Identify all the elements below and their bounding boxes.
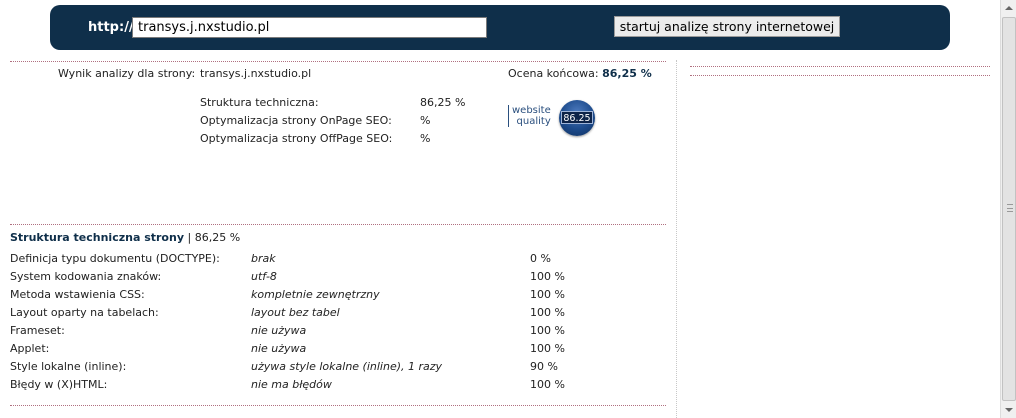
row-value: brak — [251, 252, 276, 265]
row-label: Frameset: — [10, 324, 65, 337]
section-title: Struktura techniczna strony | 86,25 % — [10, 231, 240, 244]
row-label: Applet: — [10, 342, 50, 355]
row-value: utf-8 — [251, 270, 277, 283]
start-analysis-button[interactable]: startuj analizę strony internetowej — [614, 16, 840, 37]
grip-icon — [1007, 204, 1013, 212]
row-value: używa style lokalne (inline), 1 razy — [251, 360, 443, 373]
row-score: 100 % — [530, 288, 565, 301]
row-score: 100 % — [530, 270, 565, 283]
website-quality-line1: website — [512, 105, 551, 116]
scroll-down-button[interactable] — [1001, 402, 1016, 418]
row-label: System kodowania znaków: — [10, 270, 162, 283]
metric-value: 86,25 % — [420, 96, 466, 109]
metric-label: Optymalizacja strony OnPage SEO: — [200, 114, 392, 127]
table-row: Metoda wstawienia CSS: kompletnie zewnęt… — [0, 288, 670, 306]
vertical-scrollbar[interactable] — [1000, 0, 1016, 418]
row-value: nie używa — [251, 324, 307, 337]
row-score: 90 % — [530, 360, 558, 373]
row-score: 100 % — [530, 378, 565, 391]
row-label: Style lokalne (inline): — [10, 360, 127, 373]
divider — [690, 66, 990, 67]
final-score-label: Ocena końcowa: — [508, 67, 599, 80]
section-title-text: Struktura techniczna strony — [10, 231, 184, 244]
row-value: nie ma błędów — [251, 378, 332, 391]
final-score: Ocena końcowa: 86,25 % — [508, 67, 652, 80]
website-quality-line2: quality — [516, 116, 551, 127]
quality-score-value: 86.25 — [561, 111, 593, 124]
final-score-value: 86,25 % — [602, 67, 652, 80]
url-input[interactable] — [132, 17, 487, 38]
table-row: Layout oparty na tabelach: layout bez ta… — [0, 306, 670, 324]
divider — [10, 405, 666, 406]
summary-label: Wynik analizy dla strony: — [58, 67, 196, 80]
row-value: nie używa — [251, 342, 307, 355]
row-score: 100 % — [530, 306, 565, 319]
divider — [10, 224, 666, 225]
section-separator: | — [184, 231, 195, 244]
row-label: Layout oparty na tabelach: — [10, 306, 159, 319]
metric-value: % — [420, 114, 431, 127]
quality-score-badge: 86.25 — [559, 100, 595, 136]
row-value: kompletnie zewnętrzny — [251, 288, 380, 301]
row-value: layout bez tabel — [251, 306, 340, 319]
arrow-up-icon — [1005, 6, 1013, 10]
scroll-up-button[interactable] — [1001, 0, 1016, 16]
row-label: Metoda wstawienia CSS: — [10, 288, 145, 301]
metric-value: % — [420, 132, 431, 145]
protocol-label: http:// — [88, 20, 134, 35]
row-label: Definicja typu dokumentu (DOCTYPE): — [10, 252, 220, 265]
right-column — [676, 60, 1000, 418]
row-score: 100 % — [530, 324, 565, 337]
scrollbar-thumb[interactable] — [1002, 17, 1016, 401]
table-row: Definicja typu dokumentu (DOCTYPE): brak… — [0, 252, 670, 270]
arrow-down-icon — [1005, 408, 1013, 412]
table-row: Frameset: nie używa 100 % — [0, 324, 670, 342]
table-row: Applet: nie używa 100 % — [0, 342, 670, 360]
divider — [690, 75, 990, 76]
section-score: 86,25 % — [194, 231, 241, 244]
summary-site: transys.j.nxstudio.pl — [200, 67, 312, 80]
website-quality-logo: website quality — [508, 105, 551, 127]
divider — [10, 61, 666, 62]
row-score: 100 % — [530, 342, 565, 355]
table-row: Style lokalne (inline): używa style loka… — [0, 360, 670, 378]
row-label: Błędy w (X)HTML: — [10, 378, 108, 391]
metric-label: Optymalizacja strony OffPage SEO: — [200, 132, 393, 145]
row-score: 0 % — [530, 252, 551, 265]
metric-label: Struktura techniczna: — [200, 96, 319, 109]
analysis-url-bar: http:// startuj analizę strony interneto… — [50, 5, 950, 50]
table-row: Błędy w (X)HTML: nie ma błędów 100 % — [0, 378, 670, 396]
table-row: System kodowania znaków: utf-8 100 % — [0, 270, 670, 288]
